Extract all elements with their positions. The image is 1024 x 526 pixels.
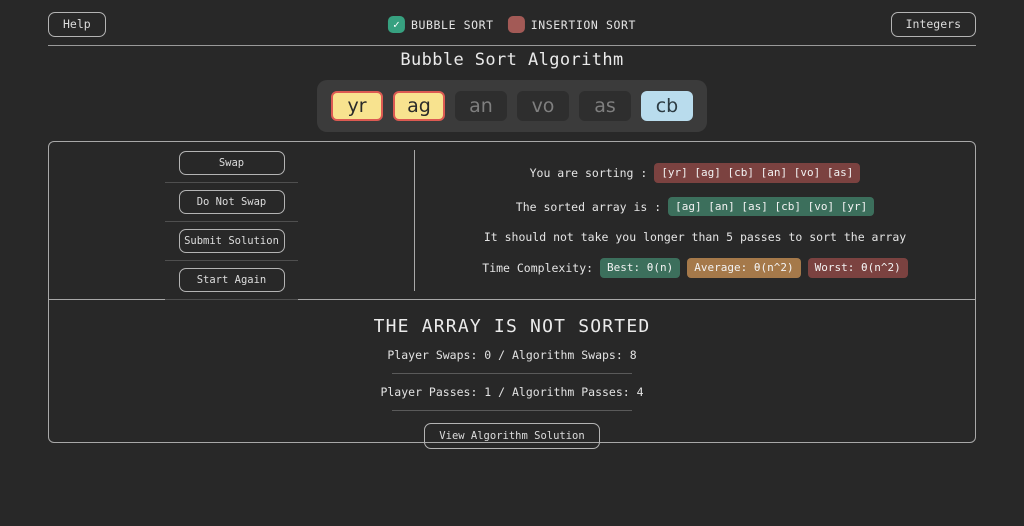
complexity-best-badge: Best: θ(n) xyxy=(600,258,681,279)
mode-insertion-sort-label: INSERTION SORT xyxy=(530,17,637,32)
array-cell[interactable]: vo xyxy=(517,91,569,121)
time-complexity-label: Time Complexity: xyxy=(482,261,594,276)
sorted-row: The sorted array is : [ag] [an] [as] [cb… xyxy=(515,196,875,217)
swaps-stat: Player Swaps: 0 / Algorithm Swaps: 8 xyxy=(387,348,637,362)
sorted-array-badge: [ag] [an] [as] [cb] [vo] [yr] xyxy=(668,196,875,217)
array-cell[interactable]: as xyxy=(579,91,631,121)
page-title: Bubble Sort Algorithm xyxy=(400,50,624,70)
algorithm-mode-toggles: ✓ BUBBLE SORT INSERTION SORT xyxy=(387,16,637,33)
control-buttons: Swap Do Not Swap Submit Solution Start A… xyxy=(49,142,414,300)
control-row-do-not-swap: Do Not Swap xyxy=(165,190,298,229)
do-not-swap-button[interactable]: Do Not Swap xyxy=(178,190,285,214)
array-cell[interactable]: ag xyxy=(393,91,445,121)
blank-icon xyxy=(507,16,525,33)
mode-bubble-sort-label: BUBBLE SORT xyxy=(410,17,494,32)
app-root: Help ✓ BUBBLE SORT INSERTION SORT Intege… xyxy=(0,0,1024,526)
divider xyxy=(165,299,298,300)
status-headline: THE ARRAY IS NOT SORTED xyxy=(373,316,651,337)
sorting-row: You are sorting : [yr] [ag] [cb] [an] [v… xyxy=(529,162,861,183)
top-bar: Help ✓ BUBBLE SORT INSERTION SORT Intege… xyxy=(48,12,976,46)
divider xyxy=(165,221,298,222)
divider xyxy=(165,260,298,261)
panel-top-section: Swap Do Not Swap Submit Solution Start A… xyxy=(49,142,975,300)
array-cell[interactable]: cb xyxy=(641,91,693,121)
passes-hint: It should not take you longer than 5 pas… xyxy=(483,230,907,245)
view-algorithm-solution-button[interactable]: View Algorithm Solution xyxy=(424,423,600,449)
mode-insertion-sort[interactable]: INSERTION SORT xyxy=(507,16,637,33)
passes-stat: Player Passes: 1 / Algorithm Passes: 4 xyxy=(380,385,644,399)
divider xyxy=(165,182,298,183)
stats-block: Player Swaps: 0 / Algorithm Swaps: 8 Pla… xyxy=(380,337,644,411)
complexity-average-badge: Average: θ(n^2) xyxy=(687,258,801,279)
sorting-array-badge: [yr] [ag] [cb] [an] [vo] [as] xyxy=(654,162,861,183)
sorted-label: The sorted array is : xyxy=(515,199,662,214)
start-again-button[interactable]: Start Again xyxy=(178,268,285,292)
info-column: You are sorting : [yr] [ag] [cb] [an] [v… xyxy=(415,142,975,299)
control-row-swap: Swap xyxy=(165,151,298,190)
main-panel: Swap Do Not Swap Submit Solution Start A… xyxy=(48,141,976,449)
array-container: yr ag an vo as cb xyxy=(317,80,707,132)
status-section: THE ARRAY IS NOT SORTED Player Swaps: 0 … xyxy=(49,300,975,449)
complexity-worst-badge: Worst: θ(n^2) xyxy=(807,258,908,279)
control-row-submit: Submit Solution xyxy=(165,229,298,268)
divider xyxy=(392,410,632,411)
datatype-button[interactable]: Integers xyxy=(890,12,976,37)
array-cell[interactable]: yr xyxy=(331,91,383,121)
submit-solution-button[interactable]: Submit Solution xyxy=(178,229,285,253)
time-complexity-row: Time Complexity: Best: θ(n) Average: θ(n… xyxy=(482,258,908,279)
mode-bubble-sort[interactable]: ✓ BUBBLE SORT xyxy=(387,16,494,33)
swap-button[interactable]: Swap xyxy=(178,151,285,175)
check-icon: ✓ xyxy=(387,16,405,33)
array-cell[interactable]: an xyxy=(455,91,507,121)
control-row-start-again: Start Again xyxy=(165,268,298,307)
help-button[interactable]: Help xyxy=(48,12,106,37)
sorting-label: You are sorting : xyxy=(529,165,648,180)
